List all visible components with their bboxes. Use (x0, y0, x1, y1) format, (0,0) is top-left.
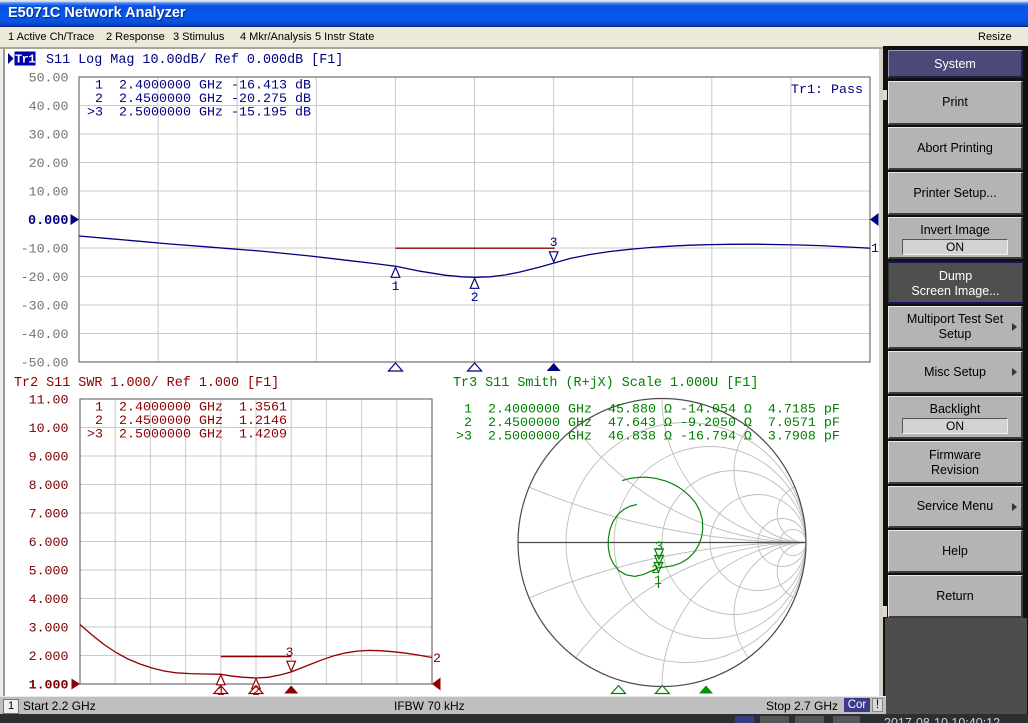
svg-text:Tr2 S11 SWR 1.000/ Ref 1.000 [: Tr2 S11 SWR 1.000/ Ref 1.000 [F1] (14, 376, 279, 391)
svg-text:4.000: 4.000 (29, 592, 69, 607)
svg-text:40.00: 40.00 (29, 99, 69, 114)
svg-text:7.000: 7.000 (29, 507, 69, 522)
svg-text:Tr3 S11 Smith (R+jX) Scale 1.0: Tr3 S11 Smith (R+jX) Scale 1.000U [F1] (453, 376, 758, 391)
svg-text:-20.00: -20.00 (21, 270, 69, 285)
svg-text:5.000: 5.000 (29, 564, 69, 579)
svg-text:3: 3 (286, 645, 294, 660)
svg-text:-40.00: -40.00 (21, 327, 69, 342)
svg-text:2: 2 (433, 652, 441, 667)
svg-text:6.000: 6.000 (29, 535, 69, 550)
svg-text:30.00: 30.00 (29, 128, 69, 143)
svg-text:20.00: 20.00 (29, 156, 69, 171)
svg-text:-10.00: -10.00 (21, 242, 69, 257)
svg-text:3: 3 (550, 235, 558, 250)
svg-text:>3 2.5000000 GHz 1.4209: >3 2.5000000 GHz 1.4209 (87, 428, 287, 443)
svg-text:1.000: 1.000 (29, 678, 69, 693)
svg-text:2.000: 2.000 (29, 649, 69, 664)
svg-text:10.00: 10.00 (29, 421, 69, 436)
svg-text:3.000: 3.000 (29, 621, 69, 636)
svg-text:50.00: 50.00 (29, 71, 69, 86)
svg-text:Tr1: Tr1 (15, 53, 35, 67)
svg-text:>3 2.5000000 GHz -15.195 dB: >3 2.5000000 GHz -15.195 dB (87, 106, 311, 121)
svg-text:1: 1 (871, 242, 879, 257)
svg-text:10.00: 10.00 (29, 185, 69, 200)
svg-text:S11 Log Mag 10.00dB/ Ref 0.000: S11 Log Mag 10.00dB/ Ref 0.000dB [F1] (46, 53, 343, 68)
svg-text:>3 2.5000000 GHz 46.838 Ω -1: >3 2.5000000 GHz 46.838 Ω -16.794 Ω 3.79… (456, 430, 840, 445)
svg-text:Tr1: Pass: Tr1: Pass (791, 83, 863, 98)
svg-text:0.000: 0.000 (28, 214, 69, 229)
svg-text:1: 1 (392, 279, 400, 294)
svg-text:-30.00: -30.00 (21, 299, 69, 314)
svg-text:11.00: 11.00 (29, 393, 69, 408)
svg-text:2: 2 (471, 290, 479, 305)
svg-text:-50.00: -50.00 (21, 356, 69, 371)
svg-text:9.000: 9.000 (29, 450, 69, 465)
svg-text:8.000: 8.000 (29, 478, 69, 493)
